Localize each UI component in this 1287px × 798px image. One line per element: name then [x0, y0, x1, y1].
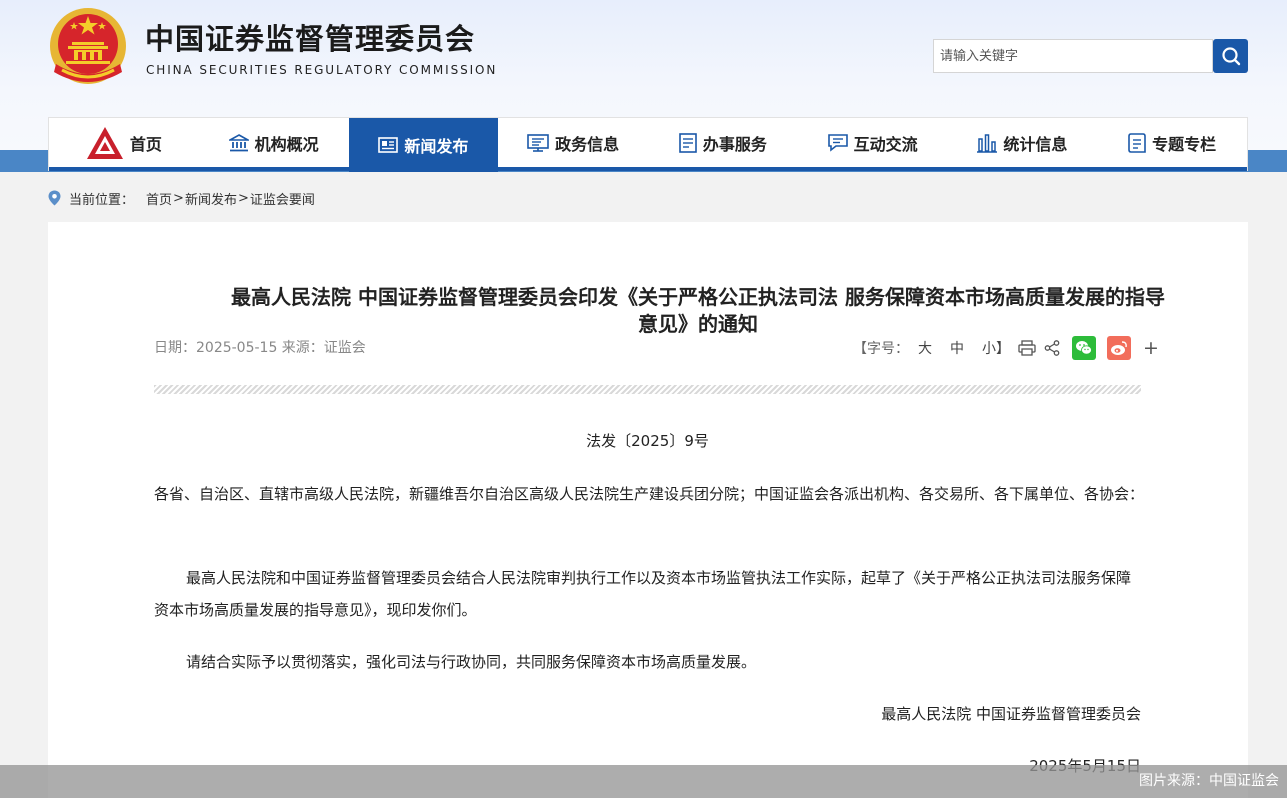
font-small-button[interactable]: 小】 — [982, 338, 1010, 358]
article-paragraph: 各省、自治区、直辖市高级人民法院，新疆维吾尔自治区高级人民法院生产建设兵团分院；… — [154, 485, 1145, 503]
breadcrumb-home[interactable]: 首页 — [146, 189, 172, 208]
nav-label: 互动交流 — [853, 135, 918, 154]
service-icon — [679, 133, 697, 153]
nav-label: 专题专栏 — [1152, 135, 1217, 154]
site-title-cn[interactable]: 中国证券监督管理委员会 — [145, 16, 475, 58]
stats-icon — [977, 134, 998, 153]
weibo-icon — [1111, 341, 1127, 355]
article-tools: 【字号： 大 中 小】 + — [853, 335, 1159, 361]
news-icon — [378, 137, 399, 153]
document-number: 法发〔2025〕9号 — [586, 432, 709, 450]
nav-item-topic[interactable]: 专题专栏 — [1097, 118, 1247, 168]
breadcrumb-separator: > — [237, 190, 249, 206]
nav-item-gov-info[interactable]: 政务信息 — [498, 118, 648, 168]
font-medium-button[interactable]: 中 — [950, 338, 964, 358]
print-icon — [1018, 340, 1036, 356]
more-share-button[interactable]: + — [1143, 337, 1159, 359]
nav-item-stats[interactable]: 统计信息 — [948, 118, 1098, 168]
breadcrumb-current[interactable]: 证监会要闻 — [250, 189, 315, 208]
breadcrumb-label: 当前位置： — [69, 192, 135, 208]
gov-info-icon — [527, 134, 549, 152]
font-large-button[interactable]: 大 — [918, 338, 932, 358]
print-button[interactable] — [1018, 340, 1036, 356]
nav-item-interaction[interactable]: 互动交流 — [798, 118, 948, 168]
article-title-line2: 意见》的通知 — [638, 312, 758, 336]
breadcrumb-separator: > — [173, 190, 184, 206]
wechat-icon — [1076, 341, 1092, 355]
topic-icon — [1128, 133, 1146, 153]
chat-icon — [827, 134, 848, 152]
search-input[interactable] — [934, 40, 1212, 72]
nav-label: 统计信息 — [1003, 135, 1068, 154]
nav-item-news[interactable]: 新闻发布 — [348, 118, 499, 172]
weibo-share-button[interactable] — [1107, 336, 1131, 360]
article-title-line1: 最高人民法院 中国证券监督管理委员会印发《关于严格公正执法司法 服务保障资本市场… — [231, 285, 1165, 309]
home-logo-icon — [86, 127, 123, 159]
article-panel: 最高人民法院 中国证券监督管理委员会印发《关于严格公正执法司法 服务保障资本市场… — [48, 222, 1248, 798]
nav-label: 首页 — [129, 135, 162, 154]
share-icon — [1044, 340, 1060, 356]
national-emblem-logo[interactable] — [48, 6, 128, 90]
search-button[interactable] — [1213, 39, 1248, 73]
nav-label: 机构概况 — [254, 135, 319, 154]
article-meta: 日期：2025-05-15 来源：证监会 — [154, 340, 366, 356]
article-paragraph: 请结合实际予以贯彻落实，强化司法与行政协同，共同服务保障资本市场高质量发展。 — [186, 653, 757, 671]
photo-credit: 图片来源：中国证监会 — [0, 765, 1287, 798]
breadcrumb-news[interactable]: 新闻发布 — [185, 189, 237, 208]
nav-label: 新闻发布 — [404, 137, 469, 156]
location-pin-icon — [48, 190, 61, 206]
search-box — [933, 39, 1213, 73]
nav-item-service[interactable]: 办事服务 — [648, 118, 798, 168]
article-paragraph: 最高人民法院和中国证券监督管理委员会结合人民法院审判执行工作以及资本市场监管执法… — [154, 569, 1132, 619]
share-button[interactable] — [1044, 340, 1060, 356]
breadcrumb: 当前位置： 首页 > 新闻发布 > 证监会要闻 — [48, 188, 315, 208]
article-signature: 最高人民法院 中国证券监督管理委员会 — [881, 705, 1141, 723]
nav-label: 办事服务 — [702, 135, 767, 154]
main-nav: 首页 机构概况 新闻发布 政务信息 办事服务 互动交流 统计信息 专题专栏 — [48, 117, 1248, 172]
site-title-en: CHINA SECURITIES REGULATORY COMMISSION — [146, 63, 498, 77]
title-divider — [154, 385, 1141, 394]
font-size-label: 【字号： — [853, 341, 909, 357]
article-title: 最高人民法院 中国证券监督管理委员会印发《关于严格公正执法司法 服务保障资本市场… — [198, 284, 1198, 338]
nav-item-home[interactable]: 首页 — [49, 118, 199, 168]
search-icon — [1221, 47, 1240, 66]
nav-label: 政务信息 — [555, 135, 620, 154]
institution-icon — [228, 134, 249, 152]
nav-item-institution[interactable]: 机构概况 — [199, 118, 349, 168]
wechat-share-button[interactable] — [1072, 336, 1096, 360]
